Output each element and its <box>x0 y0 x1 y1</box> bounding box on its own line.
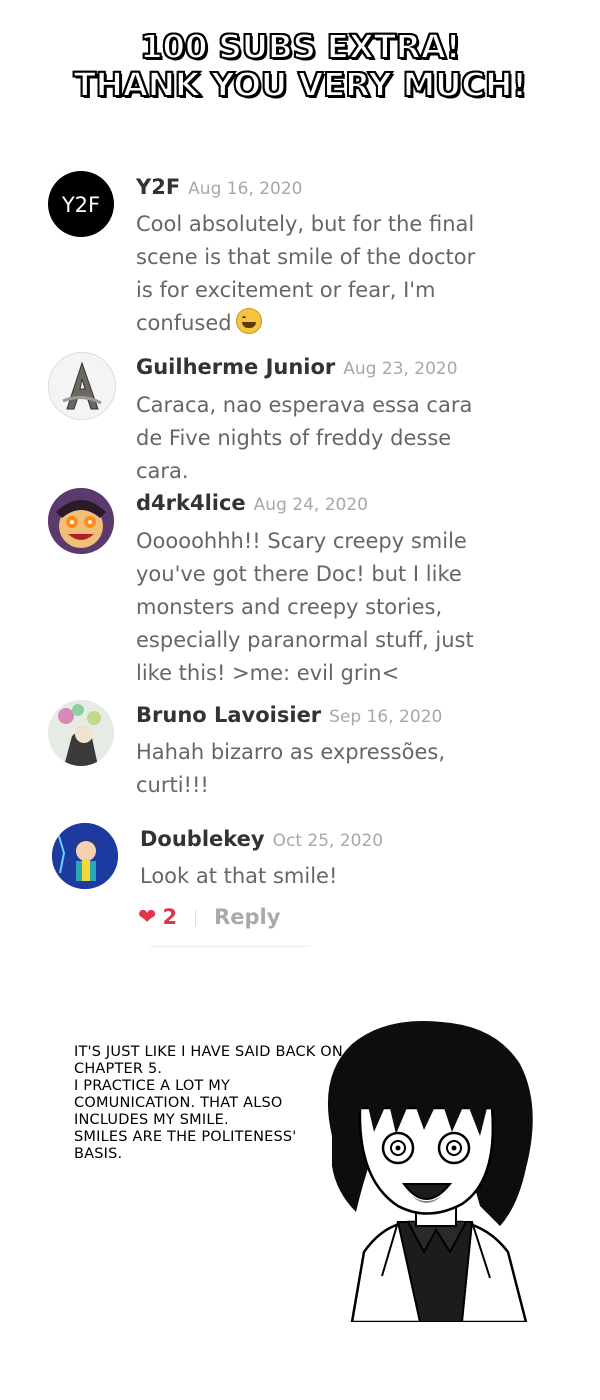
avatar[interactable] <box>48 700 114 766</box>
comment-text: Look at that smile! <box>140 864 338 888</box>
comment-date: Aug 16, 2020 <box>188 179 303 199</box>
divider <box>150 946 310 947</box>
speech-text: It's just like I have said back on chapt… <box>74 1044 343 1162</box>
comment-author[interactable]: Doublekey <box>140 827 265 851</box>
comment-date: Aug 24, 2020 <box>253 495 368 515</box>
avatar[interactable] <box>48 352 116 420</box>
like-count: 2 <box>162 905 178 929</box>
avatar-text: Y2F <box>61 193 100 217</box>
comment-author[interactable]: Bruno Lavoisier <box>136 703 321 727</box>
comment-text: Hahah bizarro as expressões, curti!!! <box>136 740 445 797</box>
avatar[interactable] <box>48 488 114 554</box>
action-separator <box>195 910 197 926</box>
reply-button[interactable]: Reply <box>214 905 280 929</box>
avatar[interactable]: Y2F <box>48 171 114 237</box>
comment-author[interactable]: Y2F <box>136 175 180 199</box>
comment-date: Oct 25, 2020 <box>272 831 384 851</box>
character-illustration <box>312 1016 544 1324</box>
like-button[interactable]: ❤ 2 <box>138 905 178 930</box>
comment-author[interactable]: d4rk4lice <box>136 491 246 515</box>
comment-date: Aug 23, 2020 <box>343 359 458 379</box>
comment-author[interactable]: Guilherme Junior <box>136 355 335 379</box>
comment-text: Caraca, nao esperava essa cara de Five n… <box>136 393 473 483</box>
heart-icon: ❤ <box>138 905 157 930</box>
comment-text: Cool absolutely, but for the final scene… <box>136 212 476 335</box>
sweat-smile-emoji-icon <box>235 308 262 334</box>
comment-date: Sep 16, 2020 <box>329 707 443 727</box>
comment-list: Y2F Y2F Aug 16, 2020 Cool absolutely, but… <box>0 0 600 960</box>
comment-text: Ooooohhh!! Scary creepy smile you've got… <box>136 529 474 685</box>
avatar[interactable] <box>52 823 118 889</box>
